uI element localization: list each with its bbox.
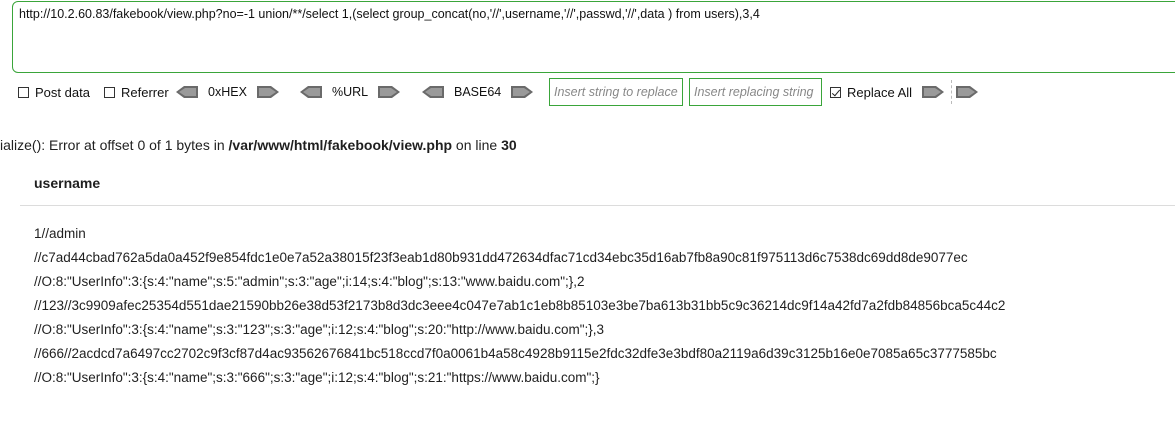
replace-from-input[interactable]: Insert string to replace: [549, 78, 683, 106]
result-line: //O:8:"UserInfo":3:{s:4:"name";s:3:"666"…: [34, 370, 600, 385]
error-path: /var/www/html/fakebook/view.php: [228, 137, 453, 153]
hex-label: 0xHEX: [208, 85, 247, 99]
post-data-checkbox[interactable]: [18, 86, 29, 98]
arrow-right-icon[interactable]: [956, 85, 978, 99]
hex-encode-group: 0xHEX: [176, 76, 279, 108]
table-divider: [20, 205, 1175, 206]
base64-encode-group: BASE64: [422, 76, 534, 108]
url-input[interactable]: http://10.2.60.83/fakebook/view.php?no=-…: [12, 1, 1175, 73]
url-label: %URL: [332, 85, 369, 99]
toolbar-divider: [951, 80, 952, 104]
result-line: //666//2acdcd7a6497cc2702c9f3cf87d4ac935…: [34, 346, 997, 361]
post-data-label: Post data: [35, 84, 90, 100]
query-result: 1//admin //c7ad44cbad762a5da0a452f9e854f…: [34, 222, 1005, 390]
referrer-checkbox[interactable]: [104, 86, 115, 98]
error-line-number: 30: [501, 137, 517, 153]
referrer-label: Referrer: [121, 84, 169, 100]
result-line: //O:8:"UserInfo":3:{s:4:"name";s:5:"admi…: [34, 274, 585, 289]
arrow-left-icon[interactable]: [176, 85, 198, 99]
replace-to-input[interactable]: Insert replacing string: [689, 78, 822, 106]
replace-all-toggle[interactable]: Replace All: [830, 76, 945, 108]
arrow-right-icon[interactable]: [922, 85, 945, 99]
error-prefix: ialize(): Error at offset 0 of 1 bytes i…: [0, 137, 229, 153]
result-line: //O:8:"UserInfo":3:{s:4:"name";s:3:"123"…: [34, 322, 605, 337]
php-error-message: ialize(): Error at offset 0 of 1 bytes i…: [0, 137, 517, 153]
result-line: //c7ad44cbad762a5da0a452f9e854fdc1e0e7a5…: [34, 250, 968, 265]
column-header-username: username: [34, 175, 101, 191]
replace-all-checkbox[interactable]: [830, 86, 841, 98]
referrer-toggle[interactable]: Referrer: [104, 76, 169, 108]
extra-arrow-group: [956, 76, 978, 108]
arrow-left-icon[interactable]: [300, 85, 322, 99]
result-line: //123//3c9909afec25354d551dae21590bb26e3…: [34, 298, 1006, 313]
result-line: 1//admin: [34, 226, 86, 241]
error-mid: on line: [452, 137, 502, 153]
post-data-toggle[interactable]: Post data: [18, 76, 90, 108]
arrow-right-icon[interactable]: [511, 85, 534, 99]
arrow-right-icon[interactable]: [256, 85, 279, 99]
arrow-right-icon[interactable]: [378, 85, 401, 99]
url-encode-group: %URL: [300, 76, 401, 108]
arrow-left-icon[interactable]: [422, 85, 444, 99]
replace-all-label: Replace All: [847, 84, 913, 100]
base64-label: BASE64: [454, 85, 502, 99]
hackbar-toolbar: Post data Referrer 0xHEX %URL BASE64 Ins…: [0, 76, 1175, 108]
